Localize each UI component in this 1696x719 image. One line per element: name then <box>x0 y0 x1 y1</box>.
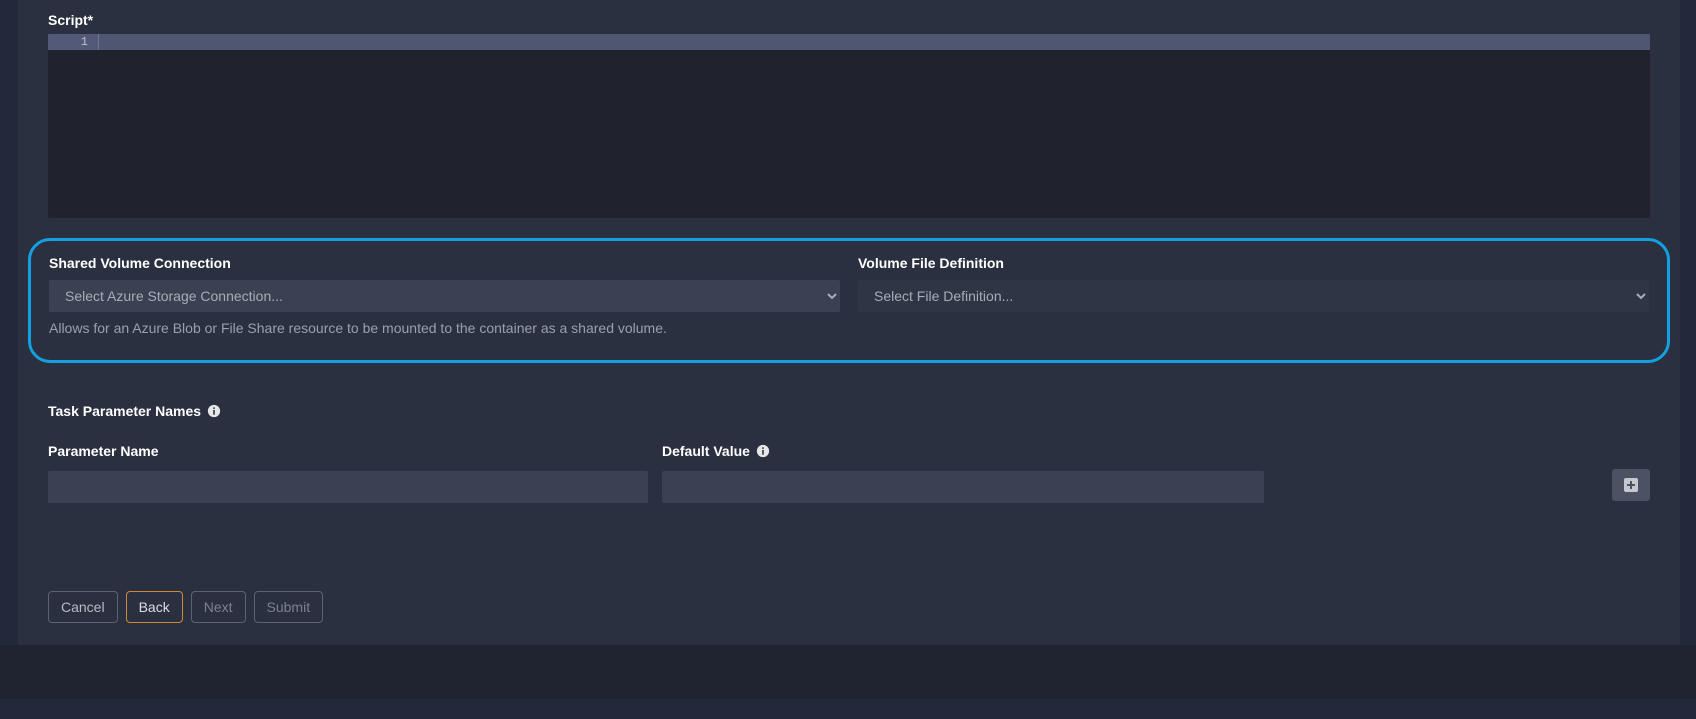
parameter-name-header: Parameter Name <box>48 443 648 459</box>
parameter-row: Parameter Name Default Value <box>48 443 1650 503</box>
editor-line: 1 <box>48 34 1650 50</box>
info-icon[interactable] <box>207 404 221 418</box>
task-parameter-section: Task Parameter Names Parameter Name Defa… <box>48 403 1650 503</box>
info-icon[interactable] <box>756 444 770 458</box>
script-label: Script* <box>48 0 1650 28</box>
script-editor[interactable]: 1 <box>48 34 1650 218</box>
default-value-header: Default Value <box>662 443 750 459</box>
back-button[interactable]: Back <box>126 591 183 623</box>
shared-volume-connection-label: Shared Volume Connection <box>49 255 840 271</box>
plus-icon <box>1623 477 1639 493</box>
next-button: Next <box>191 591 246 623</box>
task-parameter-names-label: Task Parameter Names <box>48 403 201 419</box>
parameter-name-input[interactable] <box>48 471 648 503</box>
page-background-strip <box>0 645 1696 699</box>
volume-file-definition-select[interactable]: Select File Definition... <box>858 280 1649 312</box>
editor-line-number: 1 <box>48 34 98 50</box>
submit-button: Submit <box>254 591 324 623</box>
wizard-buttons: Cancel Back Next Submit <box>48 591 1650 623</box>
shared-volume-connection-select[interactable]: Select Azure Storage Connection... <box>49 280 840 312</box>
add-parameter-button[interactable] <box>1612 469 1650 501</box>
cancel-button[interactable]: Cancel <box>48 591 118 623</box>
shared-volume-section: Shared Volume Connection Select Azure St… <box>28 238 1670 363</box>
volume-file-definition-label: Volume File Definition <box>858 255 1649 271</box>
shared-volume-help-text: Allows for an Azure Blob or File Share r… <box>49 320 840 336</box>
editor-cursor-area[interactable] <box>99 34 1650 50</box>
default-value-input[interactable] <box>662 471 1264 503</box>
